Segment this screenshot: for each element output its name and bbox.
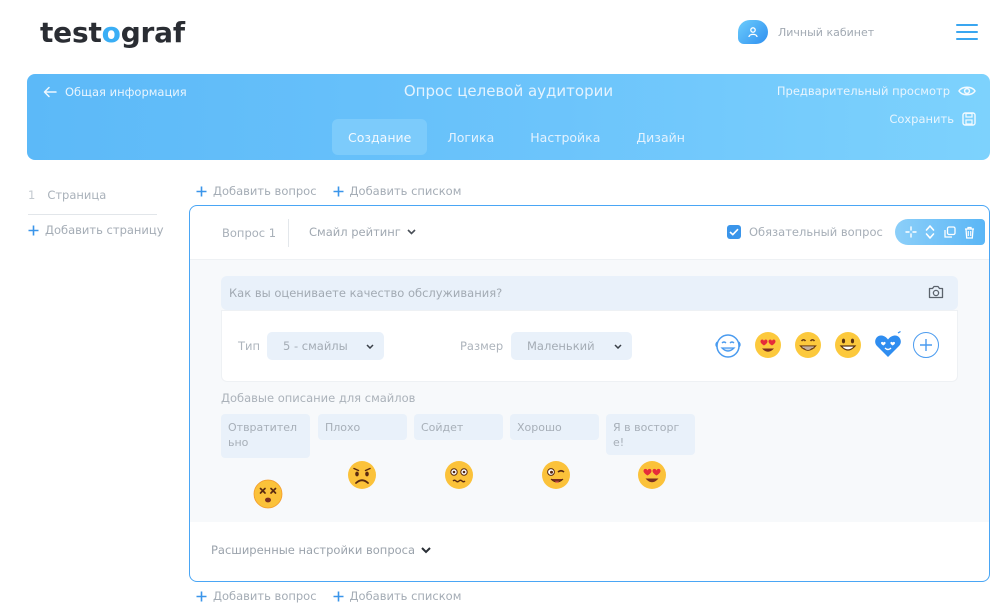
heart-eyes-icon[interactable]	[753, 330, 783, 360]
page-label: Страница	[47, 188, 107, 202]
sidebar-item-page-1[interactable]: 1 Страница	[28, 188, 106, 202]
add-question-button[interactable]: Добавить вопрос	[196, 589, 317, 603]
description-item: Я в восторге!	[606, 414, 695, 455]
description-input[interactable]: Сойдет	[414, 414, 503, 440]
survey-banner: Общая информация Опрос целевой аудитории…	[27, 74, 990, 160]
move-up-down-icon[interactable]	[925, 224, 935, 240]
menu-icon[interactable]	[956, 24, 978, 40]
smiley-count-value: 5 - смайлы	[283, 339, 348, 353]
cabinet-label: Личный кабинет	[778, 25, 875, 39]
checkbox-checked-icon	[727, 225, 741, 239]
add-page-button[interactable]: Добавить страницу	[28, 223, 164, 237]
frowning-face-icon	[348, 461, 376, 489]
personal-cabinet-link[interactable]: Личный кабинет	[738, 20, 874, 44]
preview-label: Предварительный просмотр	[776, 84, 950, 98]
tab-create[interactable]: Создание	[332, 119, 428, 155]
trash-icon[interactable]	[964, 226, 975, 239]
eye-icon	[958, 86, 976, 96]
question-number: Вопрос 1	[222, 226, 277, 240]
logo-text-end: graf	[120, 16, 185, 49]
question-text: Как вы оцениваете качество обслуживания?	[229, 286, 503, 300]
question-type-label: Смайл рейтинг	[309, 225, 401, 239]
logo-text: test	[40, 16, 102, 49]
logo-accent: o	[101, 16, 121, 49]
plus-icon	[920, 339, 932, 351]
tab-settings[interactable]: Настройка	[514, 119, 616, 155]
smiley-size-select[interactable]: Маленький	[511, 332, 632, 360]
heart-eyes-icon	[638, 461, 666, 489]
add-list-button[interactable]: Добавить списком	[333, 184, 462, 198]
preview-button[interactable]: Предварительный просмотр	[777, 84, 976, 98]
plus-icon	[196, 591, 207, 601]
tab-design[interactable]: Дизайн	[620, 119, 701, 155]
plus-icon	[333, 591, 344, 601]
dizzy-face-icon	[253, 479, 283, 509]
smiley-size-value: Маленький	[527, 339, 595, 353]
question-toolbar	[895, 219, 985, 245]
winking-face-icon	[542, 461, 570, 489]
plus-icon	[28, 225, 39, 235]
floppy-disk-icon	[962, 112, 976, 126]
chevron-down-icon	[407, 229, 416, 235]
question-header: Вопрос 1 Смайл рейтинг Обязательный вопр…	[190, 206, 989, 260]
flushed-face-icon	[445, 461, 473, 489]
editor-tabs: Создание Логика Настройка Дизайн	[332, 119, 701, 155]
required-checkbox[interactable]: Обязательный вопрос	[727, 225, 883, 239]
emoji-set-options	[713, 330, 939, 360]
add-question-bar-bottom: Добавить вопрос Добавить списком	[196, 589, 461, 603]
grinning-icon[interactable]	[793, 330, 823, 360]
camera-icon[interactable]	[928, 285, 944, 299]
add-question-bar-top: Добавить вопрос Добавить списком	[196, 184, 461, 198]
sparkle-icon[interactable]	[905, 226, 917, 238]
chevron-down-icon	[614, 343, 622, 349]
description-input[interactable]: Хорошо	[510, 414, 599, 440]
add-question-label: Добавить вопрос	[213, 184, 317, 198]
divider	[288, 219, 289, 247]
chevron-down-icon	[421, 546, 431, 553]
plus-icon	[333, 186, 344, 196]
question-card: Вопрос 1 Смайл рейтинг Обязательный вопр…	[189, 205, 990, 582]
question-text-input[interactable]: Как вы оцениваете качество обслуживания?	[221, 276, 958, 310]
description-item: Отвратительно	[221, 414, 310, 458]
plus-icon	[196, 186, 207, 196]
tab-logic[interactable]: Логика	[431, 119, 510, 155]
save-label: Сохранить	[889, 112, 954, 126]
add-question-label: Добавить вопрос	[213, 589, 317, 603]
blue-heart-eyes-icon[interactable]	[873, 330, 903, 360]
add-list-label: Добавить списком	[349, 184, 462, 198]
add-list-button[interactable]: Добавить списком	[333, 589, 462, 603]
divider	[28, 214, 157, 215]
advanced-settings-toggle[interactable]: Расширенные настройки вопроса	[211, 543, 431, 557]
description-item: Плохо	[318, 414, 407, 440]
advanced-settings-label: Расширенные настройки вопроса	[211, 543, 416, 557]
descriptions-title: Добавые описание для смайлов	[221, 391, 416, 405]
description-item: Хорошо	[510, 414, 599, 440]
page-number: 1	[28, 188, 36, 202]
chevron-down-icon	[366, 343, 374, 349]
user-avatar-icon	[738, 20, 768, 44]
save-button[interactable]: Сохранить	[889, 112, 976, 126]
smiley-count-select[interactable]: 5 - смайлы	[267, 332, 384, 360]
question-type-dropdown[interactable]: Смайл рейтинг	[309, 225, 416, 239]
crying-laughing-icon[interactable]	[713, 330, 743, 360]
add-list-label: Добавить списком	[349, 589, 462, 603]
description-input[interactable]: Плохо	[318, 414, 407, 440]
smiley-settings: Тип 5 - смайлы Размер Маленький	[221, 310, 958, 382]
add-question-button[interactable]: Добавить вопрос	[196, 184, 317, 198]
description-item: Сойдет	[414, 414, 503, 440]
copy-icon[interactable]	[943, 226, 956, 238]
question-body: Как вы оцениваете качество обслуживания?…	[190, 260, 989, 522]
smiling-icon[interactable]	[833, 330, 863, 360]
description-input[interactable]: Отвратительно	[221, 414, 310, 458]
size-label: Размер	[460, 339, 504, 353]
add-page-label: Добавить страницу	[45, 223, 164, 237]
required-label: Обязательный вопрос	[749, 225, 883, 239]
description-input[interactable]: Я в восторге!	[606, 414, 695, 455]
logo[interactable]: testograf	[40, 16, 185, 49]
type-label: Тип	[238, 339, 261, 353]
add-emoji-button[interactable]	[913, 332, 939, 358]
